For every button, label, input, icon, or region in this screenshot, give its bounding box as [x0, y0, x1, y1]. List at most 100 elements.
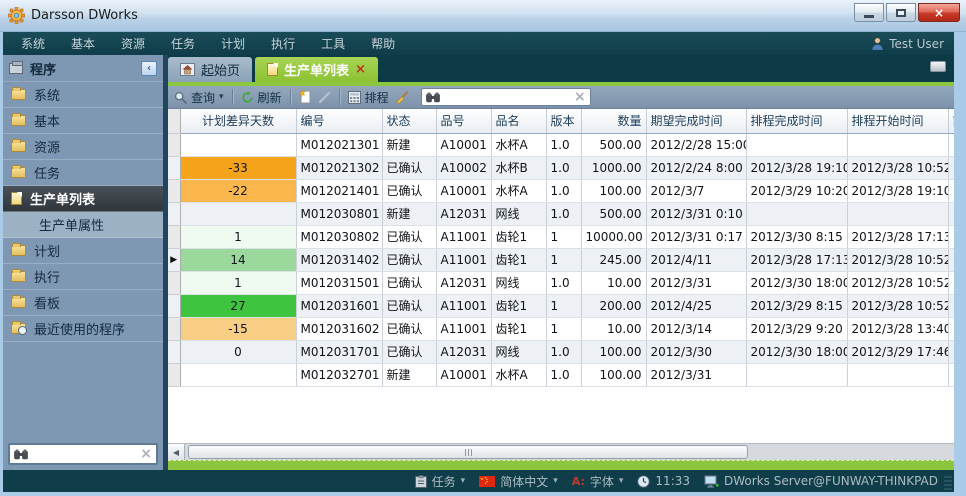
- schedule-button[interactable]: 排程: [348, 89, 389, 106]
- column-header[interactable]: 编号: [296, 109, 382, 133]
- cell-overflow: [948, 340, 954, 363]
- edit-button[interactable]: [318, 91, 331, 104]
- table-row[interactable]: 1M012031501已确认A12031网线1.010.002012/3/312…: [168, 271, 954, 294]
- cell-ver: 1.0: [546, 271, 581, 294]
- sidebar-item-production-order-props[interactable]: 生产单属性: [3, 212, 163, 238]
- sidebar-item-label: 最近使用的程序: [34, 319, 125, 338]
- sidebar-item-task[interactable]: 任务: [3, 160, 163, 186]
- minimize-button[interactable]: [854, 3, 884, 22]
- tab-list-icon[interactable]: [930, 61, 946, 72]
- table-row[interactable]: -33M012021302已确认A10002水杯B1.01000.002012/…: [168, 156, 954, 179]
- maximize-button[interactable]: [886, 3, 916, 22]
- menu-item[interactable]: 帮助: [371, 35, 395, 52]
- cell-status: 已确认: [382, 271, 436, 294]
- row-indicator: [168, 317, 180, 340]
- sidebar-item-basic[interactable]: 基本: [3, 108, 163, 134]
- cell-due: 2012/4/25: [646, 294, 746, 317]
- sidebar-search-clear-icon[interactable]: ×: [140, 447, 152, 461]
- toolbar-separator: [339, 89, 340, 105]
- sidebar-item-execute[interactable]: 执行: [3, 264, 163, 290]
- refresh-button[interactable]: 刷新: [241, 89, 282, 106]
- table-row[interactable]: 0M012031701已确认A12031网线1.0100.002012/3/30…: [168, 340, 954, 363]
- menu-item[interactable]: 执行: [271, 35, 295, 52]
- sidebar-item-plan[interactable]: 计划: [3, 238, 163, 264]
- cell-overflow: [948, 225, 954, 248]
- status-item-label: DWorks Server@FUNWAY-THINKPAD: [724, 474, 938, 488]
- resize-grip-icon[interactable]: [944, 476, 952, 490]
- close-button[interactable]: ×: [918, 3, 960, 22]
- toolbar-separator: [232, 89, 233, 105]
- cell-beg: 2012/3/28 10:52: [847, 248, 948, 271]
- menu-item[interactable]: 资源: [121, 35, 145, 52]
- status-item-server[interactable]: DWorks Server@FUNWAY-THINKPAD: [704, 474, 938, 488]
- cell-qty: 10000.00: [581, 225, 646, 248]
- column-header[interactable]: 品号: [436, 109, 491, 133]
- horizontal-scrollbar[interactable]: ◀: [168, 443, 954, 460]
- refresh-label: 刷新: [258, 89, 282, 106]
- sidebar-item-resource[interactable]: 资源: [3, 134, 163, 160]
- sidebar-search-input[interactable]: [32, 447, 136, 461]
- sidebar-header-label: 程序: [30, 59, 56, 78]
- cell-qty: 100.00: [581, 363, 646, 386]
- status-item-time[interactable]: 11:33: [637, 474, 690, 488]
- column-header[interactable]: 期望完成时间: [646, 109, 746, 133]
- menu-item[interactable]: 任务: [171, 35, 195, 52]
- folder-icon: [11, 271, 26, 282]
- column-header[interactable]: 版本: [546, 109, 581, 133]
- cell-fin: [746, 202, 847, 225]
- table-row[interactable]: 1M012030802已确认A11001齿轮1110000.002012/3/3…: [168, 225, 954, 248]
- cell-due: 2012/3/31: [646, 363, 746, 386]
- sidebar-item-board[interactable]: 看板: [3, 290, 163, 316]
- table-row[interactable]: -15M012031602已确认A11001齿轮1110.002012/3/14…: [168, 317, 954, 340]
- column-header[interactable]: 排程开始时间: [847, 109, 948, 133]
- cell-overflow: [948, 133, 954, 156]
- column-header[interactable]: 前: [948, 109, 954, 133]
- tab-home[interactable]: 起始页: [168, 57, 252, 82]
- menu-item[interactable]: 系统: [21, 35, 45, 52]
- menu-item[interactable]: 基本: [71, 35, 95, 52]
- menu-bar: 系统 基本 资源 任务 计划 执行 工具 帮助 Test User: [3, 32, 954, 55]
- column-header[interactable]: 品名: [491, 109, 546, 133]
- query-button[interactable]: 查询 ▾: [174, 89, 224, 106]
- column-header[interactable]: [168, 109, 180, 133]
- cell-beg: 2012/3/28 19:10: [847, 179, 948, 202]
- pencil-icon: [318, 91, 331, 104]
- cell-pname: 网线: [491, 340, 546, 363]
- toolbar-search-input[interactable]: [444, 90, 570, 104]
- table-row[interactable]: -22M012021401已确认A10001水杯A1.0100.002012/3…: [168, 179, 954, 202]
- cell-fin: 2012/3/29 10:20: [746, 179, 847, 202]
- table-row[interactable]: M012032701新建A10001水杯A1.0100.002012/3/31: [168, 363, 954, 386]
- sidebar-item-label: 资源: [34, 137, 60, 156]
- clean-button[interactable]: [395, 91, 409, 104]
- status-item-font[interactable]: A:字体▾: [572, 473, 624, 490]
- column-header[interactable]: 状态: [382, 109, 436, 133]
- table-row[interactable]: ▶14M012031402已确认A11001齿轮11245.002012/4/1…: [168, 248, 954, 271]
- toolbar-search-clear-icon[interactable]: ×: [574, 90, 586, 104]
- scrollbar-thumb[interactable]: [188, 445, 748, 459]
- cell-status: 已确认: [382, 248, 436, 271]
- cell-beg: 2012/3/28 10:52: [847, 156, 948, 179]
- user-indicator[interactable]: Test User: [871, 37, 954, 51]
- new-document-icon: [299, 90, 312, 104]
- column-header[interactable]: 数量: [581, 109, 646, 133]
- sidebar-item-system[interactable]: 系统: [3, 82, 163, 108]
- status-bar: 任务▾ 简体中文▾ A:字体▾ 11:33 DWorks Server@FUNWAY-T…: [3, 470, 954, 492]
- column-header[interactable]: 排程完成时间: [746, 109, 847, 133]
- cell-code: M012031501: [296, 271, 382, 294]
- tab-close-icon[interactable]: ×: [355, 63, 366, 76]
- cell-ver: 1.0: [546, 202, 581, 225]
- table-row[interactable]: M012030801新建A12031网线1.0500.002012/3/31 0…: [168, 202, 954, 225]
- sidebar-item-recent-programs[interactable]: 最近使用的程序: [3, 316, 163, 342]
- table-row[interactable]: M012021301新建A10001水杯A1.0500.002012/2/28 …: [168, 133, 954, 156]
- status-item-task-mode[interactable]: 任务▾: [415, 473, 466, 490]
- menu-item[interactable]: 工具: [321, 35, 345, 52]
- scroll-left-button[interactable]: ◀: [168, 444, 185, 460]
- menu-item[interactable]: 计划: [221, 35, 245, 52]
- table-row[interactable]: 27M012031601已确认A11001齿轮11200.002012/4/25…: [168, 294, 954, 317]
- column-header[interactable]: 计划差异天数: [180, 109, 296, 133]
- tab-production-order-list[interactable]: 生产单列表 ×: [255, 57, 378, 82]
- status-item-language[interactable]: 简体中文▾: [479, 473, 558, 490]
- new-button[interactable]: [299, 90, 312, 104]
- sidebar-collapse-button[interactable]: ‹: [141, 61, 157, 76]
- sidebar-item-production-order-list[interactable]: 生产单列表: [3, 186, 163, 212]
